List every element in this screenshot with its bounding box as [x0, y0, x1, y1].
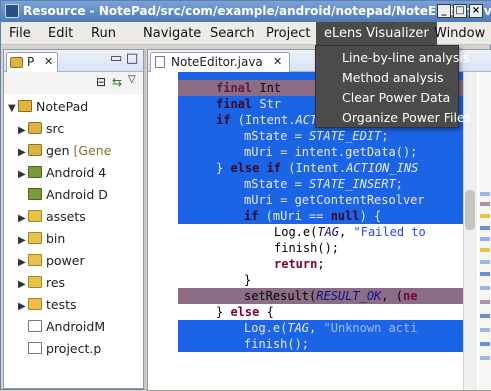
- code-line: Log.e(TAG, "Failed to: [274, 225, 426, 239]
- collapsed-arrow-icon[interactable]: ▶: [18, 252, 28, 274]
- menu-project[interactable]: Project: [266, 26, 310, 41]
- collapsed-arrow-icon[interactable]: ▶: [18, 164, 28, 186]
- folder-icon: [28, 232, 42, 244]
- menu-navigate[interactable]: Navigate: [143, 26, 201, 41]
- maximize-button[interactable]: □: [453, 4, 467, 18]
- java-file-icon: [155, 56, 165, 68]
- collapsed-arrow-icon[interactable]: ▶: [18, 230, 28, 252]
- elens-visualizer-dropdown-menu: Line-by-line analysis Method analysis Cl…: [315, 45, 471, 128]
- code-line: mUri = getContentResolver: [178, 192, 463, 208]
- collapsed-arrow-icon[interactable]: ▶: [18, 208, 28, 230]
- menu-item-method-analysis[interactable]: Method analysis: [316, 68, 460, 88]
- menu-item-organize-power-files[interactable]: Organize Power Files: [316, 108, 471, 128]
- collapsed-arrow-icon[interactable]: ▶: [18, 274, 28, 296]
- code-line: finish();: [178, 336, 463, 352]
- tree-item-res[interactable]: ▶ res: [18, 272, 65, 294]
- file-icon: [28, 342, 42, 354]
- menu-run[interactable]: Run: [91, 26, 116, 41]
- menu-window[interactable]: Window: [434, 26, 485, 41]
- editor-tab-noteeditor[interactable]: NoteEditor.java ✕: [150, 52, 290, 72]
- folder-icon: [28, 298, 42, 310]
- code-line: setResult(RESULT_OK, (ne: [178, 288, 463, 304]
- view-menu-chevron-icon[interactable]: ▽: [128, 74, 136, 85]
- tree-item-src[interactable]: ▶ src: [18, 118, 64, 140]
- collapsed-arrow-icon[interactable]: ▶: [18, 296, 28, 318]
- code-line: if (mUri == null) {: [178, 208, 463, 224]
- package-explorer-panel: P ✕ ▭ □ ⊟ ⇆ ▽ ▼ NotePad ▶ src ▶ gen [Gene ▶…: [3, 49, 144, 389]
- package-folder-icon: [28, 144, 42, 156]
- tree-item-assets[interactable]: ▶ assets: [18, 206, 86, 228]
- tree-item-gen[interactable]: ▶ gen [Gene: [18, 140, 111, 162]
- maximize-view-icon[interactable]: □: [126, 51, 138, 66]
- close-button[interactable]: ×: [469, 4, 483, 18]
- tree-item-androidmanifest[interactable]: AndroidM: [28, 316, 105, 338]
- library-icon: [28, 166, 42, 178]
- window-title: Resource - NotePad/src/com/example/andro…: [23, 4, 491, 18]
- tree-item-power[interactable]: ▶ power: [18, 250, 85, 272]
- menu-search[interactable]: Search: [210, 26, 255, 41]
- scrollbar-thumb[interactable]: [465, 190, 475, 230]
- menu-item-clear-power-data[interactable]: Clear Power Data: [316, 88, 460, 108]
- expanded-arrow-icon[interactable]: ▼: [8, 98, 18, 120]
- link-with-editor-icon[interactable]: ⇆: [112, 75, 122, 89]
- package-explorer-tabbar: P ✕ ▭ □: [4, 50, 143, 72]
- package-explorer-tab-label: P: [27, 55, 35, 69]
- application-window: Resource - NotePad/src/com/example/andro…: [0, 0, 491, 391]
- package-explorer-icon: [10, 57, 23, 68]
- menu-bar: File Edit Run Navigate Search Project eL…: [1, 22, 491, 45]
- code-line: return;: [274, 257, 325, 271]
- collapsed-arrow-icon[interactable]: ▶: [18, 142, 28, 164]
- collapsed-arrow-icon[interactable]: ▶: [18, 120, 28, 142]
- code-line: mState = STATE_INSERT;: [178, 176, 463, 192]
- close-tab-icon[interactable]: ✕: [273, 53, 282, 71]
- collapse-all-icon[interactable]: ⊟: [96, 75, 106, 89]
- close-tab-icon[interactable]: ✕: [44, 53, 53, 71]
- tree-item-bin[interactable]: ▶ bin: [18, 228, 65, 250]
- code-line: finish();: [274, 241, 340, 255]
- package-folder-icon: [28, 122, 42, 134]
- title-bar[interactable]: Resource - NotePad/src/com/example/andro…: [1, 1, 491, 22]
- minimize-view-icon[interactable]: ▭: [110, 51, 122, 66]
- code-line: mUri = intent.getData();: [178, 144, 463, 160]
- file-icon: [28, 320, 42, 332]
- code-line: } else if (Intent.ACTION_INS: [178, 160, 463, 176]
- package-explorer-toolbar: ⊟ ⇆ ▽: [4, 72, 143, 94]
- code-line: Log.e(TAG, "Unknown acti: [178, 320, 463, 336]
- editor-tab-label: NoteEditor.java: [171, 55, 263, 69]
- package-explorer-tab[interactable]: P ✕: [6, 52, 58, 72]
- folder-icon: [28, 210, 42, 222]
- tree-item-project-properties[interactable]: project.p: [28, 338, 101, 360]
- menu-file[interactable]: File: [9, 26, 31, 41]
- minimize-button[interactable]: _: [437, 4, 451, 18]
- eclipse-app-icon: [5, 4, 19, 18]
- tree-item-tests[interactable]: ▶ tests: [18, 294, 77, 316]
- tree-item-android-d[interactable]: Android D: [28, 184, 108, 206]
- tree-item-android-4[interactable]: ▶ Android 4: [18, 162, 106, 184]
- overview-ruler[interactable]: [479, 72, 491, 390]
- code-line: } else {: [216, 305, 274, 319]
- menu-edit[interactable]: Edit: [48, 26, 73, 41]
- library-icon: [28, 188, 42, 200]
- folder-icon: [28, 276, 42, 288]
- folder-icon: [28, 254, 42, 266]
- menu-elens-visualizer[interactable]: eLens Visualizer: [316, 22, 437, 45]
- project-icon: [18, 100, 32, 112]
- menu-item-line-by-line-analysis[interactable]: Line-by-line analysis: [316, 48, 469, 68]
- tree-item-notepad[interactable]: ▼ NotePad: [8, 96, 88, 118]
- code-line: }: [244, 273, 252, 287]
- code-line: mState = STATE_EDIT;: [178, 128, 463, 144]
- editor-gutter: [148, 72, 178, 390]
- pane-divider[interactable]: [144, 49, 146, 391]
